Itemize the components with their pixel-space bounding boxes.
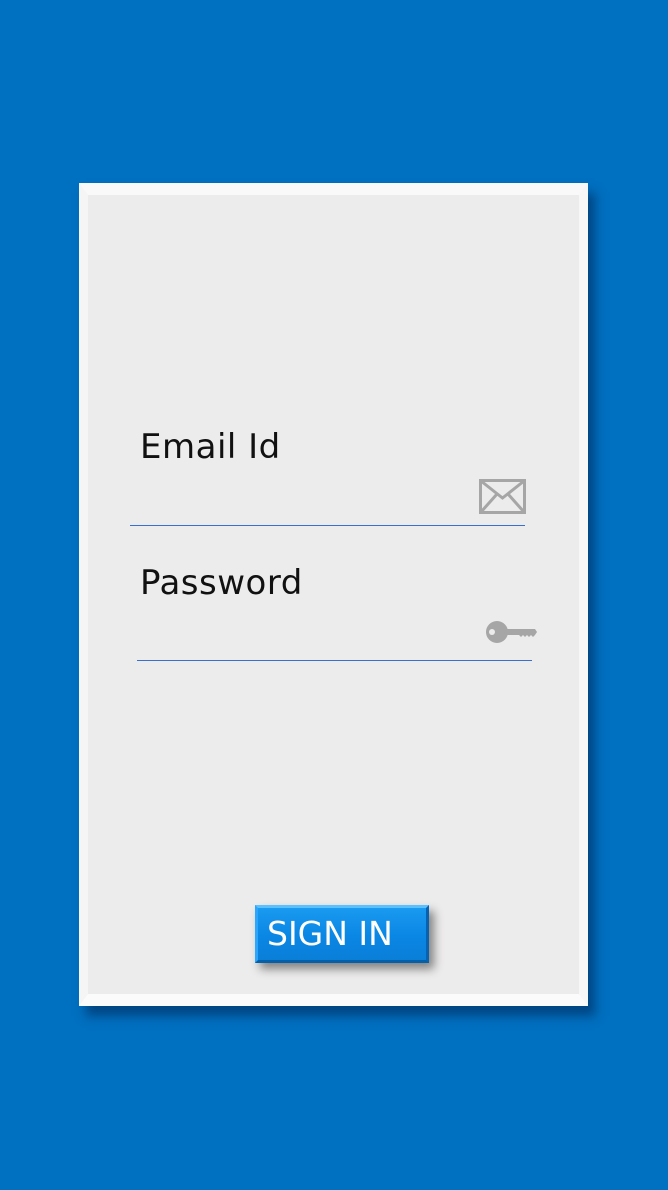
sign-in-button[interactable]: SIGN IN (255, 905, 429, 963)
password-field[interactable] (137, 660, 532, 661)
key-icon (486, 621, 537, 643)
email-label: Email Id (140, 427, 281, 467)
email-field[interactable] (130, 525, 525, 526)
login-card: Email Id Password SIGN IN (79, 183, 588, 1006)
password-label: Password (140, 563, 303, 603)
envelope-icon (479, 479, 526, 514)
